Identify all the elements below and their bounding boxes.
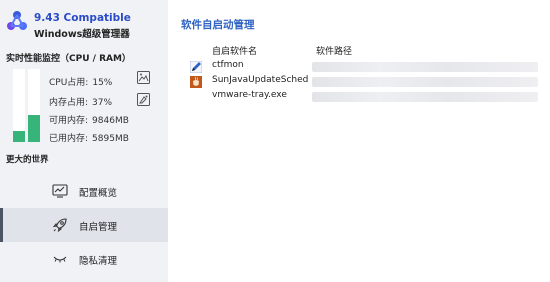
row-path-redacted — [312, 77, 538, 87]
row-app-name: ctfmon — [212, 60, 244, 70]
row-path-redacted — [312, 92, 538, 102]
section-label: 更大的世界 — [6, 155, 49, 165]
table-row[interactable]: vmware-tray.exe — [190, 89, 540, 105]
nav-item-privacy[interactable]: 隐私清理 — [0, 242, 168, 276]
row-path-redacted — [312, 62, 538, 72]
nav-label: 配置概览 — [79, 188, 118, 199]
row-app-name: vmware-tray.exe — [212, 90, 287, 100]
pen-app-icon — [190, 61, 202, 73]
stat-mem: 内存占用: 37% — [49, 95, 112, 108]
nav-item-startup[interactable]: 自启管理 — [0, 208, 168, 242]
stat-free-mem: 可用内存: 9846MB — [49, 113, 129, 126]
chart-monitor-icon — [52, 184, 68, 198]
table-row[interactable]: ctfmon — [190, 59, 540, 75]
row-app-name: SunJavaUpdateSched — [212, 75, 309, 85]
cpu-bar-fill — [13, 131, 25, 142]
clean-image-icon[interactable] — [137, 93, 150, 106]
column-header-name: 自启软件名 — [212, 47, 258, 57]
image-icon[interactable] — [137, 71, 150, 84]
stat-used-mem: 已用内存: 5895MB — [49, 131, 129, 144]
cpu-bar-track — [13, 69, 25, 142]
stat-value: 9846MB — [92, 116, 129, 126]
column-header-path: 软件路径 — [316, 47, 353, 57]
nav-label: 隐私清理 — [79, 256, 118, 267]
nav-item-overview[interactable]: 配置概览 — [0, 174, 168, 208]
mem-bar-track — [28, 69, 40, 142]
table-row[interactable]: SunJavaUpdateSched — [190, 74, 540, 90]
mem-bar-fill — [28, 115, 40, 142]
stat-value: 37% — [92, 98, 113, 108]
stat-label: 内存占用: — [49, 98, 89, 108]
stat-value: 5895MB — [92, 134, 129, 144]
stat-label: 可用内存: — [49, 116, 89, 126]
app-name: Windows超级管理器 — [34, 29, 130, 40]
monitor-title: 实时性能监控（CPU / RAM） — [6, 54, 131, 64]
page-title: 软件自启动管理 — [181, 19, 255, 31]
stat-cpu: CPU占用: 15% — [49, 75, 112, 88]
stat-value: 15% — [92, 78, 113, 88]
app-version: 9.43 Compatible — [34, 12, 131, 24]
nav-label: 自启管理 — [79, 222, 118, 233]
java-app-icon — [190, 76, 202, 88]
logo-icon — [7, 11, 27, 30]
sidebar: 9.43 Compatible Windows超级管理器 实时性能监控（CPU … — [0, 0, 168, 282]
eye-closed-icon — [53, 256, 67, 263]
stat-label: CPU占用: — [49, 78, 89, 88]
rocket-icon — [52, 218, 67, 233]
usage-bars — [10, 69, 42, 142]
stat-label: 已用内存: — [49, 134, 89, 144]
